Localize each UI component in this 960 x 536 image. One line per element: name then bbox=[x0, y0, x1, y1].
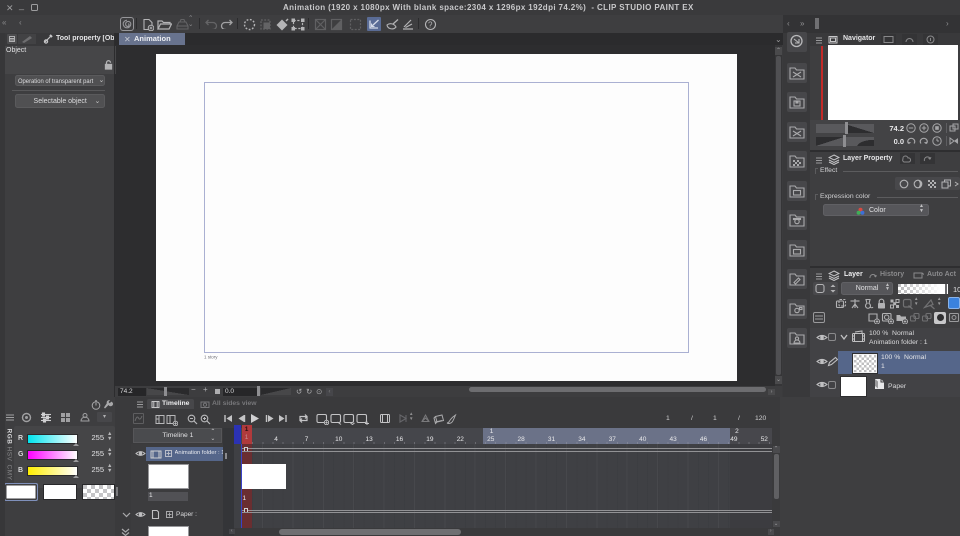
svg-text:?: ? bbox=[428, 20, 433, 29]
